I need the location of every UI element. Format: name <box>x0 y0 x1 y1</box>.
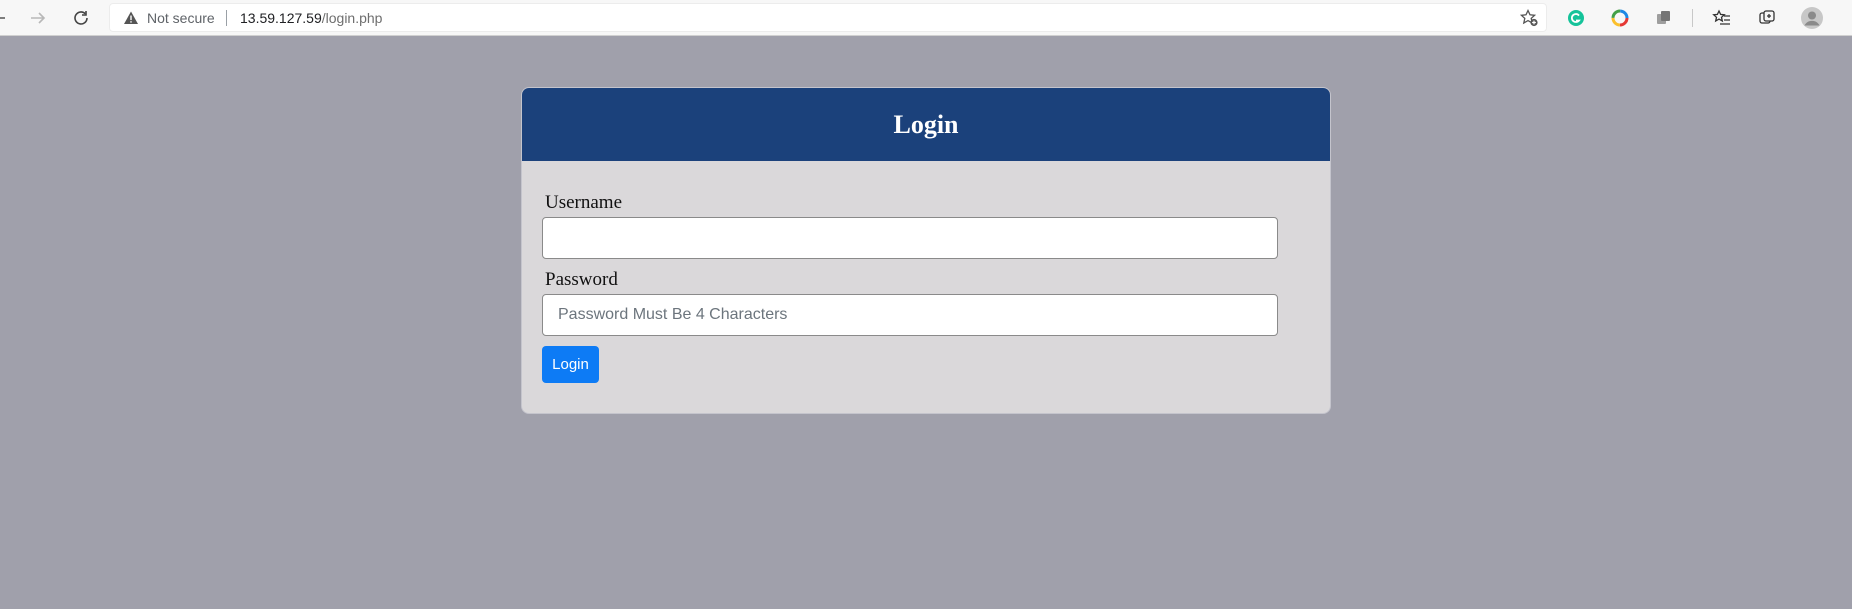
address-bar[interactable]: Not secure 13.59.127.59/login.php <box>109 3 1547 32</box>
add-favorite-icon[interactable] <box>1519 8 1539 28</box>
login-button[interactable]: Login <box>542 346 599 383</box>
username-label: Username <box>545 192 623 213</box>
browser-toolbar: Not secure 13.59.127.59/login.php <box>0 0 1852 36</box>
password-label: Password <box>545 269 618 290</box>
forward-icon[interactable] <box>26 6 50 30</box>
login-card: Login Username Password Login <box>521 87 1331 414</box>
password-input[interactable] <box>542 294 1278 336</box>
url-text[interactable]: 13.59.127.59/login.php <box>240 10 382 26</box>
grammarly-icon[interactable] <box>1566 8 1586 28</box>
username-input[interactable] <box>542 217 1278 259</box>
url-host: 13.59.127.59 <box>240 10 322 26</box>
toolbar-divider <box>1692 9 1693 27</box>
collections-icon[interactable] <box>1757 8 1777 28</box>
reload-icon[interactable] <box>69 6 93 30</box>
warning-icon <box>124 11 138 24</box>
back-icon[interactable] <box>0 6 10 30</box>
security-status[interactable]: Not secure <box>147 10 215 26</box>
extension-icon[interactable] <box>1654 8 1674 28</box>
address-divider <box>226 10 227 26</box>
url-path: /login.php <box>321 10 383 26</box>
profile-icon[interactable] <box>1800 6 1824 30</box>
color-wheel-extension-icon[interactable] <box>1610 8 1630 28</box>
login-header: Login <box>522 88 1330 161</box>
favorites-icon[interactable] <box>1712 8 1732 28</box>
login-title: Login <box>893 109 959 139</box>
